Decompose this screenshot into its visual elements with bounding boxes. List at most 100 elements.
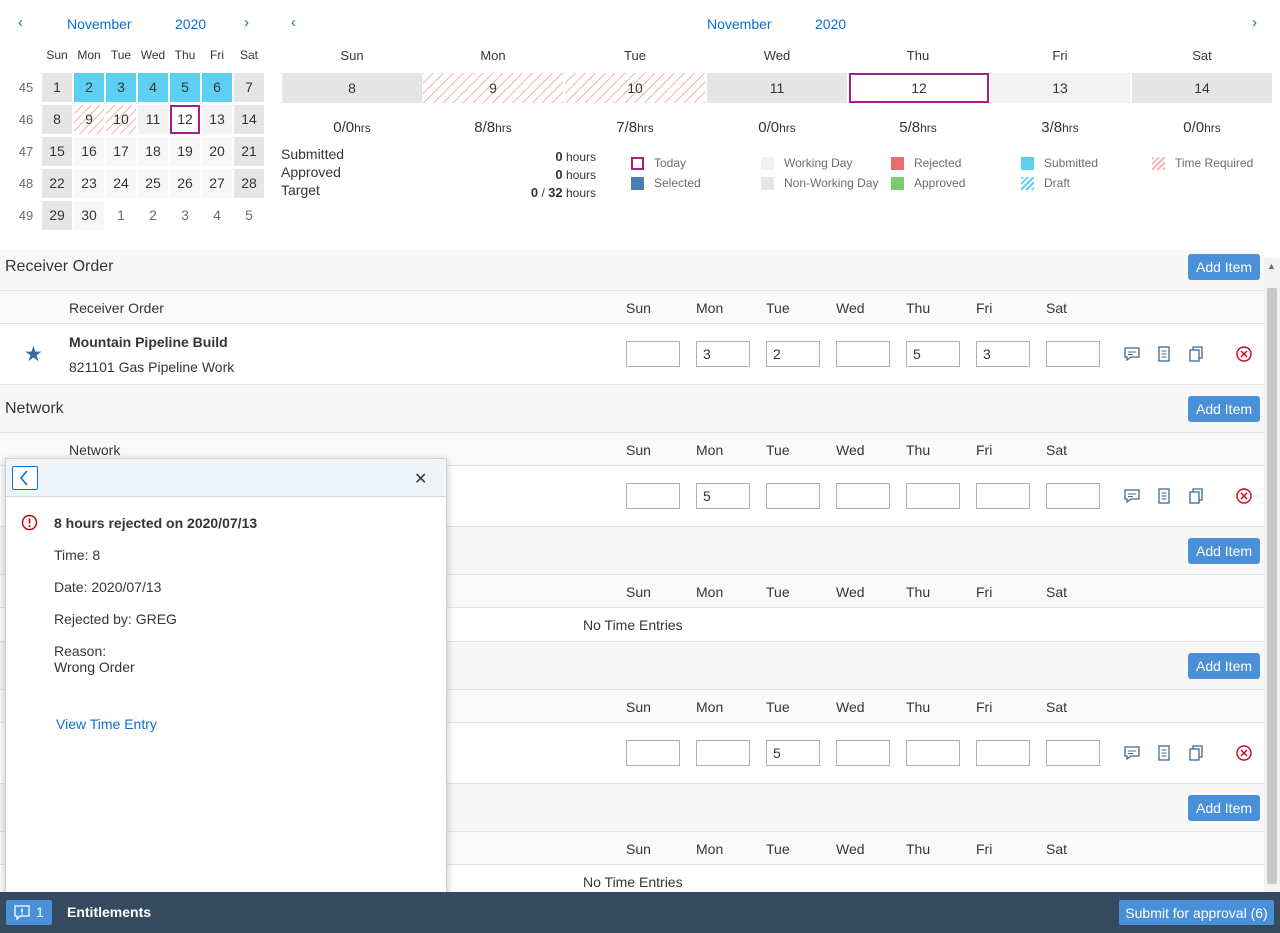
- view-time-entry-link[interactable]: View Time Entry: [56, 716, 157, 732]
- popover-back-button[interactable]: [12, 466, 38, 490]
- add-item-button[interactable]: Add Item: [1188, 254, 1260, 280]
- calendar-day[interactable]: 16: [74, 137, 104, 166]
- week-day-date[interactable]: 14: [1132, 73, 1272, 103]
- column-header: Mon: [696, 584, 724, 600]
- time-input-mon[interactable]: [696, 341, 750, 367]
- week-day-date[interactable]: 13: [990, 73, 1130, 103]
- delete-icon[interactable]: [1235, 744, 1253, 762]
- week-day-date[interactable]: 8: [282, 73, 422, 103]
- calendar-day[interactable]: 17: [106, 137, 136, 166]
- calendar-day[interactable]: 23: [74, 169, 104, 198]
- calendar-day[interactable]: 9: [74, 105, 104, 134]
- calendar-day[interactable]: 19: [170, 137, 200, 166]
- calendar-day[interactable]: 29: [42, 201, 72, 230]
- time-input-wed[interactable]: [836, 341, 890, 367]
- time-input-fri[interactable]: [976, 483, 1030, 509]
- week-day-date[interactable]: 10: [565, 73, 705, 103]
- time-input-sun[interactable]: [626, 740, 680, 766]
- calendar-day[interactable]: 8: [42, 105, 72, 134]
- favorite-star-icon[interactable]: ★: [24, 342, 43, 367]
- calendar-day[interactable]: 10: [106, 105, 136, 134]
- calendar-day[interactable]: 1: [42, 73, 72, 102]
- mini-calendar-next-button[interactable]: ›: [244, 14, 249, 31]
- time-input-fri[interactable]: [976, 341, 1030, 367]
- calendar-day[interactable]: 5: [170, 73, 200, 102]
- details-icon[interactable]: [1155, 345, 1173, 363]
- calendar-day[interactable]: 5: [234, 201, 264, 230]
- time-input-tue[interactable]: [766, 341, 820, 367]
- week-prev-button[interactable]: ‹: [291, 14, 296, 31]
- delete-icon[interactable]: [1235, 487, 1253, 505]
- copy-icon[interactable]: [1187, 487, 1205, 505]
- day-hours: 0/0hrs: [333, 119, 371, 136]
- time-input-wed[interactable]: [836, 483, 890, 509]
- submit-for-approval-button[interactable]: Submit for approval (6): [1119, 900, 1274, 925]
- comment-icon[interactable]: [1123, 345, 1141, 363]
- calendar-day[interactable]: 15: [42, 137, 72, 166]
- delete-icon[interactable]: [1235, 345, 1253, 363]
- calendar-day-today[interactable]: 12: [170, 105, 200, 134]
- time-input-sat[interactable]: [1046, 740, 1100, 766]
- copy-icon[interactable]: [1187, 345, 1205, 363]
- scrollbar-thumb[interactable]: [1267, 288, 1277, 884]
- time-input-thu[interactable]: [906, 740, 960, 766]
- details-icon[interactable]: [1155, 744, 1173, 762]
- comment-icon[interactable]: [1123, 487, 1141, 505]
- mini-calendar-prev-button[interactable]: ‹: [18, 14, 23, 31]
- time-input-fri[interactable]: [976, 740, 1030, 766]
- time-input-tue[interactable]: [766, 740, 820, 766]
- time-input-mon[interactable]: [696, 483, 750, 509]
- time-input-sat[interactable]: [1046, 341, 1100, 367]
- add-item-button[interactable]: Add Item: [1188, 795, 1260, 821]
- calendar-day[interactable]: 1: [106, 201, 136, 230]
- calendar-day[interactable]: 3: [106, 73, 136, 102]
- week-day-date-today[interactable]: 12: [849, 73, 989, 103]
- week-month[interactable]: November: [707, 16, 772, 32]
- scroll-up-arrow-icon[interactable]: ▲: [1267, 261, 1276, 271]
- calendar-day[interactable]: 27: [202, 169, 232, 198]
- comment-icon[interactable]: [1123, 744, 1141, 762]
- time-input-sun[interactable]: [626, 341, 680, 367]
- time-input-sat[interactable]: [1046, 483, 1100, 509]
- mini-calendar-year[interactable]: 2020: [175, 16, 206, 32]
- entitlements-button[interactable]: Entitlements: [67, 904, 151, 920]
- week-day-date[interactable]: 9: [423, 73, 563, 103]
- week-day-date[interactable]: 11: [707, 73, 847, 103]
- details-icon[interactable]: [1155, 487, 1173, 505]
- calendar-day[interactable]: 2: [138, 201, 168, 230]
- calendar-day[interactable]: 28: [234, 169, 264, 198]
- calendar-day[interactable]: 4: [138, 73, 168, 102]
- calendar-day[interactable]: 7: [234, 73, 264, 102]
- calendar-day[interactable]: 21: [234, 137, 264, 166]
- messages-button[interactable]: 1: [6, 900, 52, 925]
- week-next-button[interactable]: ›: [1252, 14, 1257, 31]
- add-item-button[interactable]: Add Item: [1188, 538, 1260, 564]
- calendar-day[interactable]: 2: [74, 73, 104, 102]
- calendar-day[interactable]: 26: [170, 169, 200, 198]
- calendar-day[interactable]: 22: [42, 169, 72, 198]
- calendar-day[interactable]: 14: [234, 105, 264, 134]
- calendar-day[interactable]: 4: [202, 201, 232, 230]
- add-item-button[interactable]: Add Item: [1188, 653, 1260, 679]
- week-year[interactable]: 2020: [815, 16, 846, 32]
- calendar-day[interactable]: 18: [138, 137, 168, 166]
- calendar-day[interactable]: 30: [74, 201, 104, 230]
- mini-calendar-month[interactable]: November: [67, 16, 132, 32]
- time-input-wed[interactable]: [836, 740, 890, 766]
- copy-icon[interactable]: [1187, 744, 1205, 762]
- calendar-day[interactable]: 25: [138, 169, 168, 198]
- close-icon[interactable]: ✕: [414, 469, 427, 489]
- time-input-tue[interactable]: [766, 483, 820, 509]
- calendar-day[interactable]: 24: [106, 169, 136, 198]
- time-input-thu[interactable]: [906, 341, 960, 367]
- calendar-day[interactable]: 11: [138, 105, 168, 134]
- time-input-mon[interactable]: [696, 740, 750, 766]
- calendar-day[interactable]: 20: [202, 137, 232, 166]
- calendar-day[interactable]: 13: [202, 105, 232, 134]
- add-item-button[interactable]: Add Item: [1188, 396, 1260, 422]
- calendar-day[interactable]: 3: [170, 201, 200, 230]
- calendar-day[interactable]: 6: [202, 73, 232, 102]
- time-input-sun[interactable]: [626, 483, 680, 509]
- legend-submitted-swatch: [1021, 157, 1034, 170]
- time-input-thu[interactable]: [906, 483, 960, 509]
